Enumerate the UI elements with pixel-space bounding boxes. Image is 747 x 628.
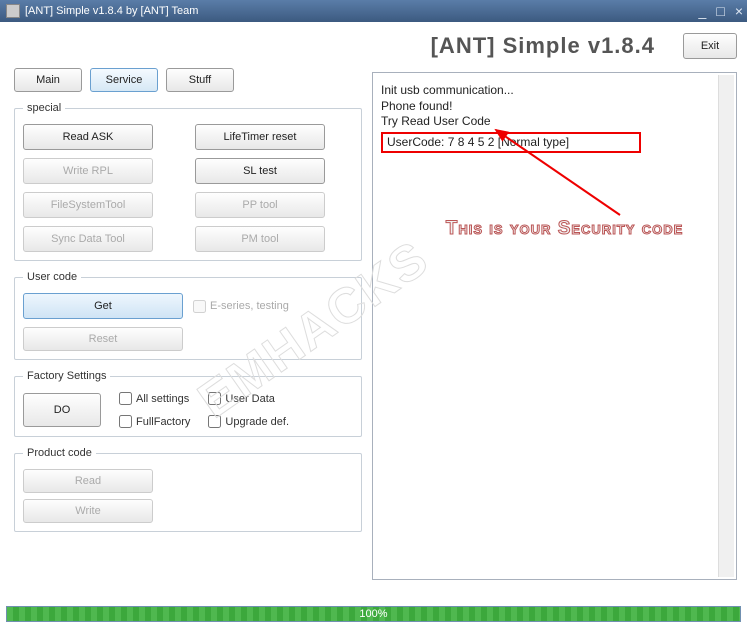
group-factory: Factory Settings All settings User Data … [14, 370, 362, 437]
sync-data-tool-button: Sync Data Tool [23, 226, 153, 252]
legend-special: special [23, 102, 65, 114]
progress-bar: 100% [6, 606, 741, 622]
tab-stuff[interactable]: Stuff [166, 68, 234, 92]
upgrade-def-checkbox[interactable]: Upgrade def. [208, 415, 353, 428]
product-write-button: Write [23, 499, 153, 523]
legend-product: Product code [23, 447, 96, 459]
log-usercode: UserCode: 7 8 4 5 2 [Normal type] [387, 135, 569, 149]
tab-service[interactable]: Service [90, 68, 158, 92]
legend-factory: Factory Settings [23, 370, 110, 382]
group-special: special Read ASK LifeTimer reset Write R… [14, 102, 362, 261]
group-product-code: Product code Read Write [14, 447, 362, 532]
usercode-highlight: UserCode: 7 8 4 5 2 [Normal type] [381, 132, 641, 154]
window-title: [ANT] Simple v1.8.4 by [ANT] Team [25, 5, 198, 17]
get-button[interactable]: Get [23, 293, 183, 319]
eseries-checkbox: E-series, testing [193, 300, 289, 313]
progress-label: 100% [359, 608, 387, 620]
annotation-text: This is your Security code [390, 218, 739, 240]
pp-tool-button: PP tool [195, 192, 325, 218]
log-line: Init usb communication... [381, 83, 728, 99]
right-panel: [ANT] Simple v1.8.4 Exit Init usb commun… [370, 22, 747, 602]
write-rpl-button: Write RPL [23, 158, 153, 184]
close-icon[interactable]: × [735, 3, 743, 19]
group-usercode: User code Get E-series, testing Reset [14, 271, 362, 360]
exit-button[interactable]: Exit [683, 33, 737, 59]
minimize-icon[interactable]: _ [699, 3, 707, 19]
pm-tool-button: PM tool [195, 226, 325, 252]
do-button[interactable]: DO [23, 393, 101, 427]
product-read-button: Read [23, 469, 153, 493]
log-line: Phone found! [381, 99, 728, 115]
app-title: [ANT] Simple v1.8.4 [431, 33, 655, 59]
user-data-checkbox[interactable]: User Data [208, 392, 353, 405]
reset-button: Reset [23, 327, 183, 351]
title-bar: [ANT] Simple v1.8.4 by [ANT] Team _ □ × [0, 0, 747, 22]
left-panel: Main Service Stuff special Read ASK Life… [0, 22, 370, 602]
sl-test-button[interactable]: SL test [195, 158, 325, 184]
read-ask-button[interactable]: Read ASK [23, 124, 153, 150]
maximize-icon[interactable]: □ [716, 3, 724, 19]
filesystem-tool-button: FileSystemTool [23, 192, 153, 218]
app-icon [6, 4, 20, 18]
log-output: Init usb communication... Phone found! T… [372, 72, 737, 580]
scrollbar[interactable] [718, 75, 734, 577]
fullfactory-checkbox[interactable]: FullFactory [119, 415, 190, 428]
all-settings-checkbox[interactable]: All settings [119, 392, 190, 405]
tab-main[interactable]: Main [14, 68, 82, 92]
lifetimer-reset-button[interactable]: LifeTimer reset [195, 124, 325, 150]
legend-usercode: User code [23, 271, 81, 283]
log-line: Try Read User Code [381, 114, 728, 130]
